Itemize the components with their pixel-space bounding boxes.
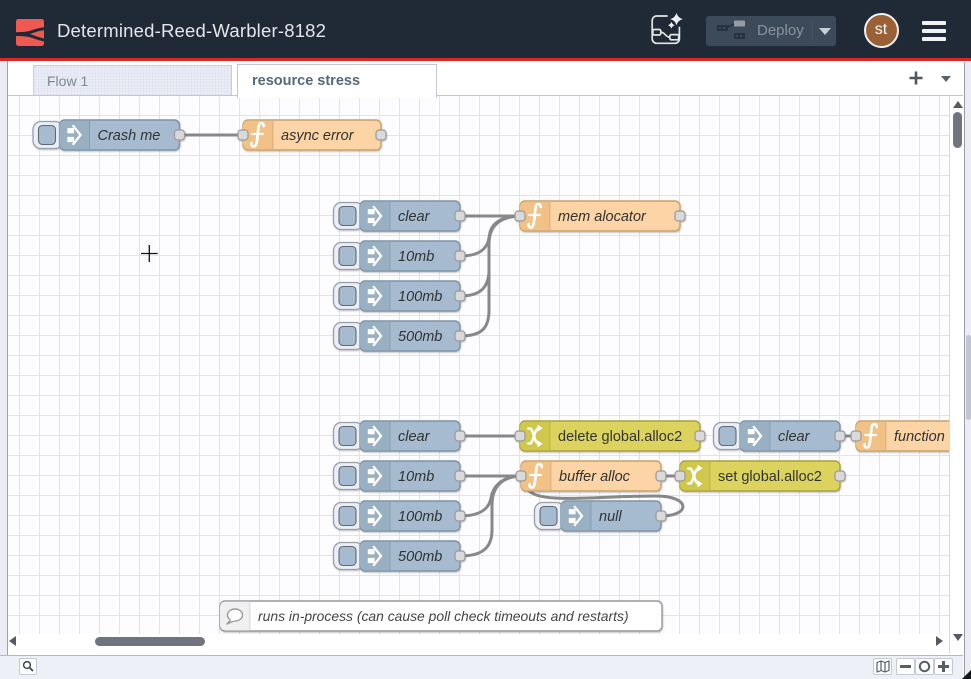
svg-text:delete global.alloc2: delete global.alloc2 [558,429,682,445]
svg-text:clear: clear [398,429,431,445]
svg-text:clear: clear [398,209,431,225]
svg-text:mem alocator: mem alocator [558,209,647,225]
svg-text:100mb: 100mb [398,509,442,525]
svg-text:10mb: 10mb [398,249,434,265]
svg-text:null: null [599,509,622,525]
svg-text:set global.alloc2: set global.alloc2 [718,469,822,485]
svg-text:500mb: 500mb [398,549,442,565]
svg-text:500mb: 500mb [398,329,442,345]
svg-text:function: function [894,429,945,445]
svg-text:async error: async error [281,128,355,144]
svg-text:clear: clear [778,429,811,445]
svg-text:Crash me: Crash me [98,128,161,144]
svg-text:buffer alloc: buffer alloc [559,469,631,485]
svg-text:10mb: 10mb [398,469,434,485]
svg-text:runs in-process (can cause pol: runs in-process (can cause poll check ti… [258,608,629,624]
svg-text:100mb: 100mb [398,289,442,305]
